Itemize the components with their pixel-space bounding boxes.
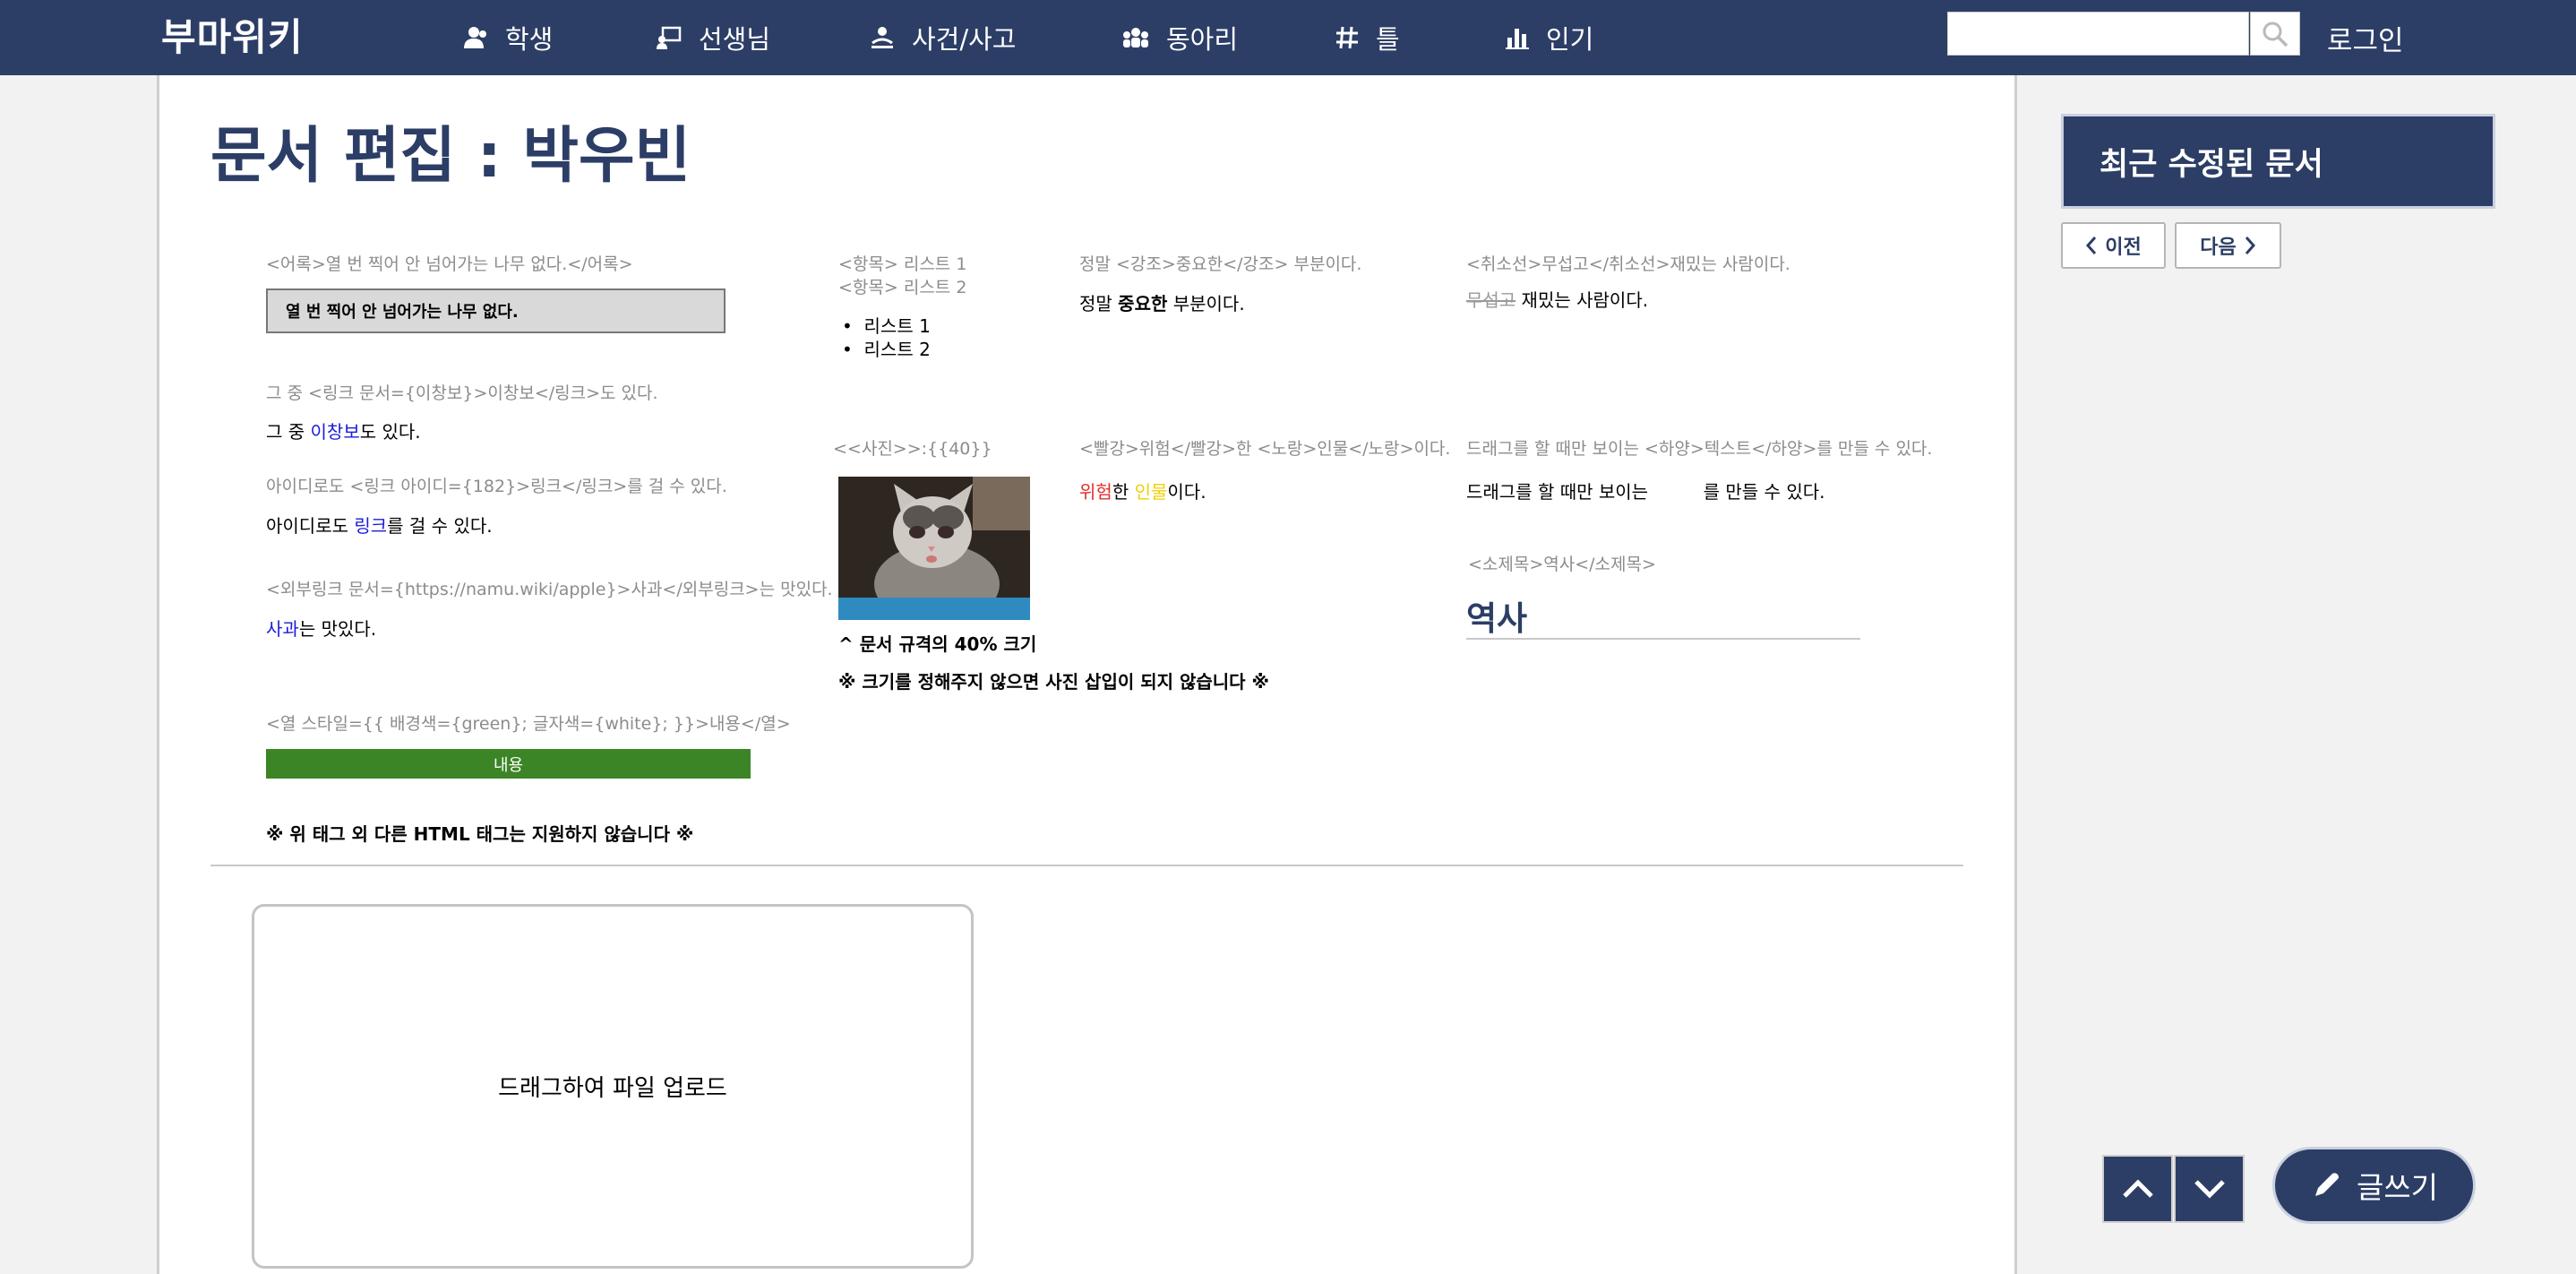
- section-divider: [210, 865, 1963, 866]
- list-item: • 리스트 2: [842, 339, 931, 360]
- nav-label: 학생: [505, 24, 554, 55]
- strike-word: 무섭고: [1466, 289, 1516, 311]
- color-mid-text: 한: [1112, 481, 1135, 503]
- link-example-output: 그 중 이창보도 있다.: [266, 417, 421, 443]
- kitten-photo: [838, 477, 1030, 620]
- pen-icon: [2314, 1173, 2339, 1196]
- nav-label: 동아리: [1166, 24, 1239, 55]
- subtitle-tag-example: <소제목>역사</소제목>: [1468, 555, 1656, 574]
- hidden-pre-text: 드래그를 할 때만 보이는: [1466, 481, 1654, 503]
- col-style-tag-example: <열 스타일={{ 배경색={green}; 글자색={white}; }}>내…: [266, 714, 791, 734]
- id-link-pre-text: 아이디로도: [266, 515, 355, 537]
- list-item: • 리스트 1: [842, 315, 931, 337]
- upload-label: 드래그하여 파일 업로드: [498, 1075, 727, 1102]
- ext-link-tag-example: <외부링크 문서={https://namu.wiki/apple}>사과</외…: [266, 580, 833, 599]
- incident-icon: [872, 27, 893, 48]
- yellow-word: 인물: [1134, 481, 1168, 503]
- photo-caption-size: ^ 문서 규격의 40% 크기: [838, 633, 1037, 655]
- color-tag-example: <빨강>위험</빨강>한 <노랑>인물</노랑>이다.: [1079, 439, 1451, 459]
- chevron-left-icon: [2086, 237, 2097, 254]
- site-logo[interactable]: 부마위키: [161, 7, 304, 61]
- teacher-icon: [657, 26, 682, 49]
- id-link-tag-example: 아이디로도 <링크 아이디={182}>링크</링크>를 걸 수 있다.: [266, 477, 727, 496]
- write-label: 글쓰기: [2356, 1170, 2439, 1205]
- hidden-post-text: 를 만들 수 있다.: [1703, 481, 1825, 503]
- external-link[interactable]: 사과: [266, 618, 299, 640]
- hidden-text-example-output: 드래그를 할 때만 보이는 텍스트를 만들 수 있다.: [1466, 478, 1825, 504]
- search-input[interactable]: [1947, 12, 2249, 56]
- list-tag-example-1: <항목> 리스트 1: [838, 254, 967, 274]
- em-word: 중요한: [1118, 293, 1168, 314]
- unsupported-tags-note: ※ 위 태그 외 다른 HTML 태그는 지원하지 않습니다 ※: [266, 823, 694, 845]
- chevron-up-icon: [2122, 1179, 2153, 1198]
- color-example-output: 위험한 인물이다.: [1079, 478, 1206, 504]
- search-icon: [2263, 22, 2288, 47]
- hash-icon: [1336, 26, 1358, 49]
- link-post-text: 도 있다.: [359, 421, 421, 443]
- chart-icon: [1506, 29, 1529, 49]
- chevron-right-icon: [2245, 237, 2255, 254]
- em-post-text: 부분이다.: [1167, 293, 1245, 314]
- next-button[interactable]: 다음: [2175, 222, 2281, 269]
- doc-link[interactable]: 이창보: [311, 421, 360, 443]
- strike-tag-example: <취소선>무섭고</취소선>재밌는 사람이다.: [1466, 254, 1790, 274]
- hidden-word: 텍스트: [1653, 481, 1704, 503]
- nav-item-template[interactable]: 틀: [1335, 0, 1400, 75]
- nav-item-popular[interactable]: 인기: [1505, 0, 1593, 75]
- page-title: 문서 편집 : 박우빈: [210, 121, 691, 192]
- prev-label: 이전: [2105, 237, 2142, 259]
- nav-item-incident[interactable]: 사건/사고: [869, 0, 1017, 75]
- recent-docs-header: 최근 수정된 문서: [2061, 114, 2495, 209]
- write-button[interactable]: 글쓰기: [2272, 1147, 2476, 1224]
- scroll-top-button[interactable]: [2102, 1155, 2173, 1223]
- hidden-text-tag-example: 드래그를 할 때만 보이는 <하양>텍스트</하양>를 만들 수 있다.: [1466, 439, 1933, 459]
- link-tag-example: 그 중 <링크 문서={이창보}>이창보</링크>도 있다.: [266, 383, 658, 403]
- list-tag-example-2: <항목> 리스트 2: [838, 278, 967, 297]
- link-pre-text: 그 중: [266, 421, 311, 443]
- photo-caption-warning: ※ 크기를 정해주지 않으면 사진 삽입이 되지 않습니다 ※: [838, 671, 1269, 693]
- photo-tag-example: <<사진>>:{{40}}: [833, 439, 992, 459]
- emphasis-example-output: 정말 중요한 부분이다.: [1079, 289, 1245, 315]
- red-word: 위험: [1079, 481, 1112, 503]
- ext-link-example-output: 사과는 맛있다.: [266, 615, 376, 641]
- nav-item-student[interactable]: 학생: [462, 0, 553, 75]
- nav-label: 틀: [1376, 24, 1400, 55]
- strike-post-text: 재밌는 사람이다.: [1516, 289, 1649, 311]
- top-navbar: 부마위키 학생 선생님 사건/사고 동아리 틀 인기 로그인: [0, 0, 2576, 75]
- file-upload-dropzone[interactable]: 드래그하여 파일 업로드: [252, 904, 974, 1269]
- logo-text: 부마위키: [161, 14, 304, 59]
- em-pre-text: 정말: [1079, 293, 1119, 314]
- club-icon: [1123, 28, 1148, 47]
- nav-item-club[interactable]: 동아리: [1121, 0, 1238, 75]
- quote-tag-example: <어록>열 번 찍어 안 넘어가는 나무 없다.</어록>: [266, 254, 633, 274]
- quote-box: 열 번 찍어 안 넘어가는 나무 없다.: [266, 288, 726, 333]
- styled-column-example: 내용: [266, 749, 751, 779]
- list-item-text: 리스트 1: [863, 315, 931, 337]
- nav-label: 사건/사고: [912, 24, 1017, 55]
- nav-label: 인기: [1546, 24, 1594, 55]
- nav-item-teacher[interactable]: 선생님: [656, 0, 770, 75]
- subtitle-underline: [1466, 638, 1860, 640]
- nav-label: 선생님: [699, 24, 771, 55]
- quote-text: 열 번 찍어 안 넘어가는 나무 없다.: [286, 303, 519, 322]
- id-link[interactable]: 링크: [354, 515, 387, 537]
- login-link[interactable]: 로그인: [2327, 0, 2404, 75]
- styled-column-text: 내용: [493, 755, 524, 775]
- recent-docs-title: 최근 수정된 문서: [2099, 146, 2323, 183]
- ext-link-post-text: 는 맛있다.: [298, 618, 377, 640]
- id-link-example-output: 아이디로도 링크를 걸 수 있다.: [266, 512, 493, 538]
- next-label: 다음: [2200, 237, 2237, 259]
- user-icon: [464, 27, 486, 48]
- search-button[interactable]: [2250, 12, 2300, 56]
- emphasis-tag-example: 정말 <강조>중요한</강조> 부분이다.: [1079, 254, 1362, 274]
- scroll-bottom-button[interactable]: [2174, 1155, 2245, 1223]
- subtitle-example: 역사: [1466, 599, 1528, 638]
- chevron-down-icon: [2194, 1180, 2225, 1199]
- strike-example-output: 무섭고 재밌는 사람이다.: [1466, 286, 1648, 312]
- prev-button[interactable]: 이전: [2061, 222, 2166, 269]
- id-link-post-text: 를 걸 수 있다.: [387, 515, 493, 537]
- list-item-text: 리스트 2: [863, 339, 931, 360]
- color-post-text: 이다.: [1167, 481, 1206, 503]
